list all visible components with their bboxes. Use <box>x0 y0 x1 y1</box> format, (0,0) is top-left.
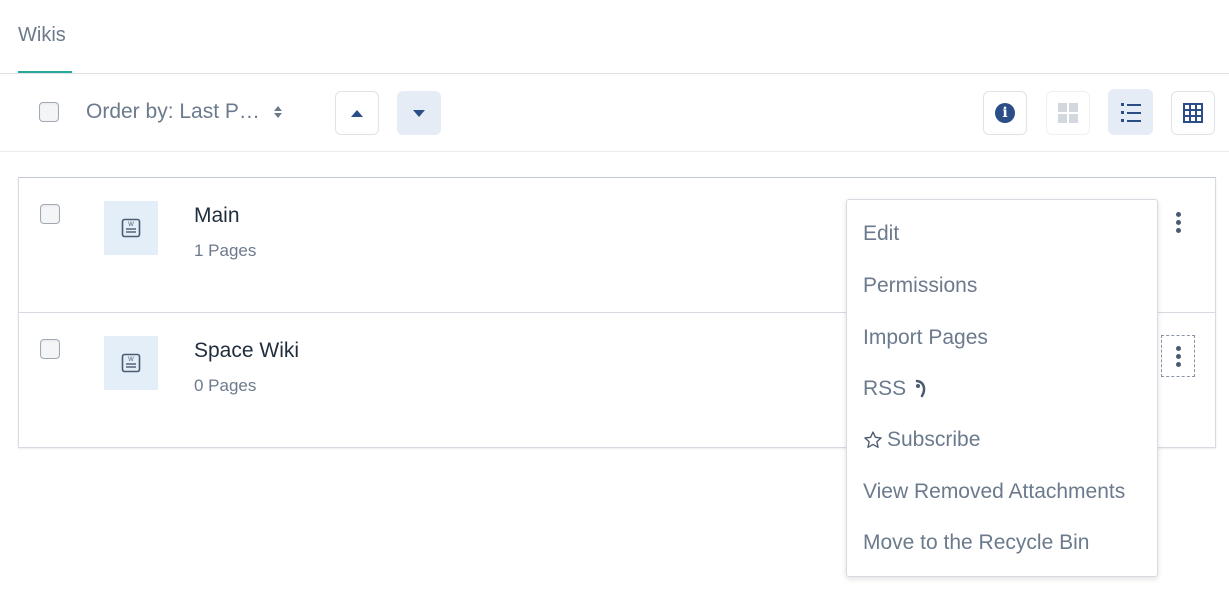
wiki-icon: W <box>104 336 158 390</box>
menu-item-label: Subscribe <box>887 428 981 451</box>
wiki-page-count: 0 Pages <box>194 376 257 395</box>
tab-wikis[interactable]: Wikis <box>18 24 66 47</box>
kebab-dot <box>1175 353 1181 359</box>
menu-item-label: Edit <box>863 222 900 245</box>
list-icon <box>1120 103 1141 122</box>
more-options-button[interactable] <box>1161 335 1195 377</box>
select-all-checkbox[interactable] <box>39 102 59 122</box>
menu-item-label: View Removed Attachments <box>863 480 1126 503</box>
wiki-title[interactable]: Main <box>194 204 240 228</box>
sort-descending-button[interactable] <box>397 91 441 135</box>
info-icon: i <box>995 103 1015 123</box>
svg-text:W: W <box>128 357 134 363</box>
grid-view-button[interactable] <box>1046 91 1090 135</box>
menu-item-subscribe[interactable]: Subscribe <box>863 428 980 452</box>
menu-item-label: Import Pages <box>863 326 988 349</box>
kebab-dot <box>1175 227 1181 233</box>
list-view-button[interactable] <box>1108 89 1153 135</box>
row-checkbox[interactable] <box>40 204 60 224</box>
kebab-dot <box>1175 219 1181 225</box>
actions-menu: Edit Permissions Import Pages RSS Subscr… <box>846 199 1158 577</box>
menu-item-import-pages[interactable]: Import Pages <box>863 326 988 350</box>
wiki-title[interactable]: Space Wiki <box>194 339 299 363</box>
wiki-page-count: 1 Pages <box>194 241 257 260</box>
svg-text:W: W <box>128 222 134 228</box>
triangle-down-icon <box>413 109 425 117</box>
kebab-dot <box>1175 361 1181 367</box>
star-icon <box>864 431 882 448</box>
grid-icon <box>1058 103 1078 123</box>
toolbar: Order by: Last P… i <box>0 74 1229 152</box>
table-view-button[interactable] <box>1171 91 1215 135</box>
menu-item-label: RSS <box>863 377 907 400</box>
menu-item-rss[interactable]: RSS <box>863 377 928 401</box>
kebab-dot <box>1175 211 1181 217</box>
menu-item-permissions[interactable]: Permissions <box>863 274 977 298</box>
sort-ascending-button[interactable] <box>335 91 379 135</box>
more-options-button[interactable] <box>1161 201 1195 243</box>
menu-item-label: Move to the Recycle Bin <box>863 531 1090 554</box>
menu-item-label: Permissions <box>863 274 978 297</box>
menu-item-move-to-recycle-bin[interactable]: Move to the Recycle Bin <box>863 531 1089 555</box>
table-icon <box>1183 103 1203 123</box>
order-by-select[interactable]: Order by: Last P… <box>86 100 282 124</box>
active-tab-indicator <box>18 71 72 73</box>
rss-icon <box>915 379 926 398</box>
info-button[interactable]: i <box>983 91 1027 135</box>
row-checkbox[interactable] <box>40 339 60 359</box>
tab-bar: Wikis <box>0 0 1229 74</box>
order-by-label: Order by: Last P… <box>86 100 260 123</box>
menu-item-edit[interactable]: Edit <box>863 222 899 246</box>
wiki-icon: W <box>104 201 158 255</box>
menu-item-view-removed-attachments[interactable]: View Removed Attachments <box>863 480 1125 504</box>
select-arrows-icon <box>273 106 282 118</box>
kebab-dot <box>1175 345 1181 351</box>
triangle-up-icon <box>351 109 363 117</box>
